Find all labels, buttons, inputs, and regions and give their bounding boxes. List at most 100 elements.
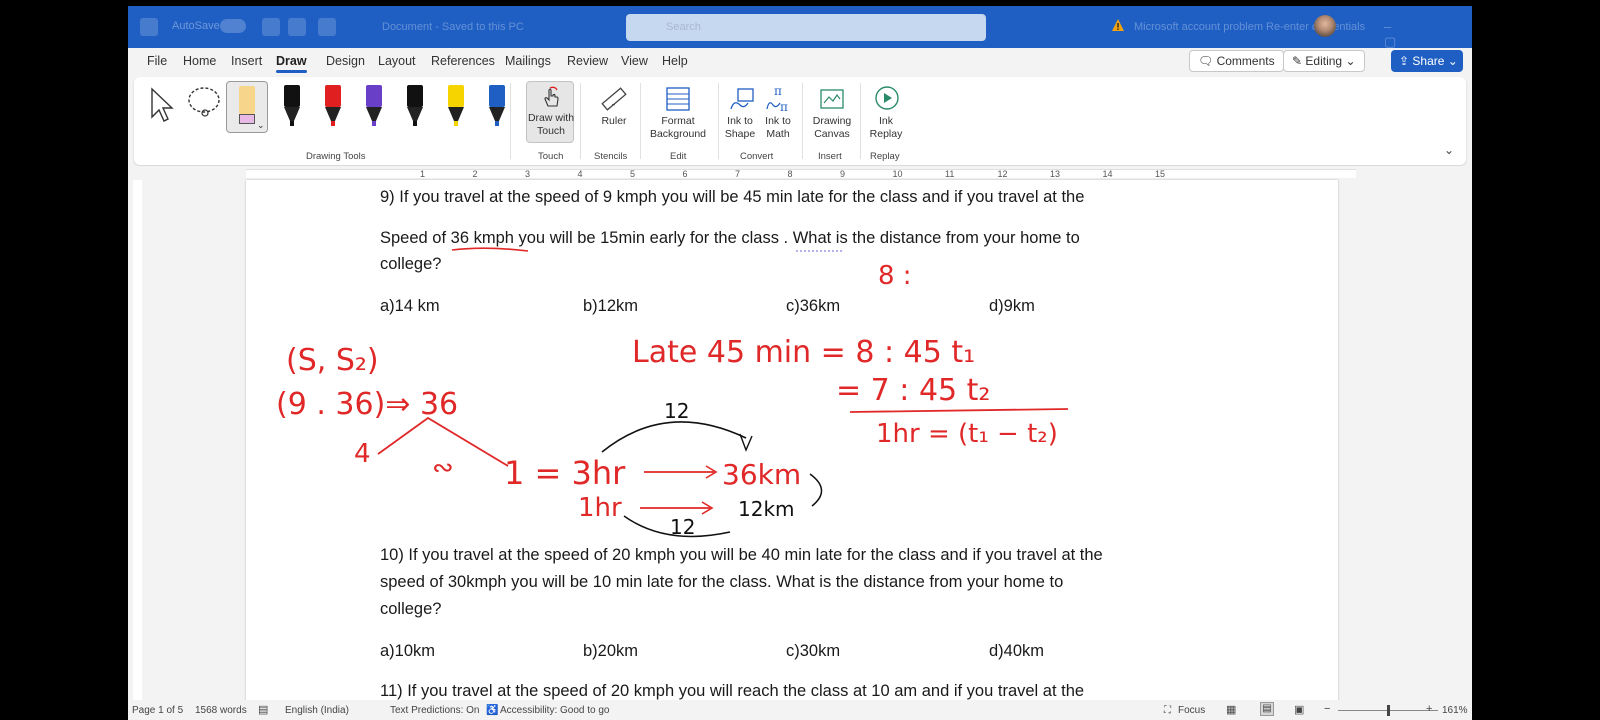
ink-annotations-layer[interactable]: 8 : (S, S₂) (9 . 36)⇒ 36 4 ∾ Late 45 min… bbox=[246, 180, 1338, 701]
ruler-number: 1 bbox=[420, 169, 425, 179]
web-layout-icon[interactable]: ▣ bbox=[1294, 703, 1304, 716]
text-predictions[interactable]: Text Predictions: On bbox=[390, 705, 479, 716]
word-count[interactable]: 1568 words bbox=[195, 705, 247, 716]
accessibility-status[interactable]: Accessibility: Good to go bbox=[500, 705, 610, 716]
ink-eq-row1-left: 1 = 3hr bbox=[504, 454, 626, 492]
tab-file[interactable]: File bbox=[147, 54, 167, 68]
warning-icon[interactable] bbox=[1111, 18, 1125, 32]
tab-design[interactable]: Design bbox=[326, 54, 365, 68]
ruler-number: 9 bbox=[840, 169, 845, 179]
svg-text:π: π bbox=[780, 100, 788, 113]
proofing-icon[interactable]: ▤ bbox=[258, 703, 268, 716]
ribbon-separator bbox=[640, 83, 641, 159]
comment-icon: 🗨 bbox=[1198, 54, 1214, 68]
vertical-ruler-track bbox=[133, 180, 142, 700]
share-button[interactable]: ⇪ Share ⌄ bbox=[1391, 50, 1463, 72]
ruler-number: 4 bbox=[578, 169, 583, 179]
select-pointer-icon[interactable] bbox=[148, 87, 174, 123]
ink-diff-line: 1hr = (t₁ − t₂) bbox=[876, 419, 1058, 449]
status-bar: Page 1 of 5 1568 words ▤ English (India)… bbox=[128, 700, 1472, 720]
format-background-button[interactable]: Format Background bbox=[642, 115, 714, 141]
format-background-icon[interactable] bbox=[664, 85, 692, 113]
zoom-level[interactable]: 161% bbox=[1442, 705, 1468, 716]
autosave-label: AutoSave bbox=[172, 20, 220, 32]
ink-top-note: 8 : bbox=[878, 261, 912, 291]
collapse-ribbon-icon[interactable]: ⌄ bbox=[1444, 143, 1454, 157]
group-label-drawing-tools: Drawing Tools bbox=[306, 151, 366, 162]
tab-mailings[interactable]: Mailings bbox=[505, 54, 551, 68]
ink-early-line: = 7 : 45 t₂ bbox=[836, 373, 990, 408]
ruler-number: 12 bbox=[998, 169, 1008, 179]
redo-icon[interactable] bbox=[318, 18, 336, 36]
document-title[interactable]: Document - Saved to this PC bbox=[382, 21, 524, 33]
pencil-icon: ✎ bbox=[1292, 54, 1303, 68]
page-count[interactable]: Page 1 of 5 bbox=[132, 705, 183, 716]
draw-with-touch-button[interactable]: Draw with Touch bbox=[526, 81, 574, 143]
ink-replay-icon[interactable] bbox=[872, 83, 902, 113]
word-app-icon bbox=[140, 18, 158, 36]
ink-to-shape-icon[interactable] bbox=[728, 85, 756, 113]
comments-button[interactable]: 🗨 Comments bbox=[1189, 50, 1284, 72]
ruler-label[interactable]: Ruler bbox=[592, 115, 636, 128]
tab-home[interactable]: Home bbox=[183, 54, 216, 68]
tab-layout[interactable]: Layout bbox=[378, 54, 416, 68]
read-mode-icon[interactable]: ▦ bbox=[1226, 703, 1236, 716]
language[interactable]: English (India) bbox=[285, 705, 349, 716]
word-window: AutoSave Document - Saved to this PC Sea… bbox=[128, 6, 1472, 720]
ruler-number: 13 bbox=[1050, 169, 1060, 179]
pen-3-icon[interactable] bbox=[366, 85, 382, 126]
tab-view[interactable]: View bbox=[621, 54, 648, 68]
avatar[interactable] bbox=[1314, 15, 1336, 37]
ink-to-math-icon[interactable]: π π bbox=[764, 83, 792, 113]
pen-5-icon[interactable] bbox=[448, 85, 464, 126]
ruler-number: 11 bbox=[945, 169, 954, 179]
search-placeholder: Search bbox=[666, 21, 701, 33]
ribbon-separator bbox=[802, 83, 803, 159]
eraser-tool-selected[interactable]: ⌄ bbox=[226, 81, 268, 133]
zoom-slider[interactable] bbox=[1338, 705, 1438, 716]
zoom-slider-thumb[interactable] bbox=[1387, 705, 1390, 716]
zoom-in-icon[interactable]: + bbox=[1426, 703, 1432, 715]
print-layout-icon[interactable]: ▤ bbox=[1260, 702, 1274, 716]
focus-mode[interactable]: Focus bbox=[1178, 705, 1205, 716]
ink-ratio-tilde: ∾ bbox=[432, 453, 454, 483]
tab-review[interactable]: Review bbox=[567, 54, 608, 68]
tab-insert[interactable]: Insert bbox=[231, 54, 262, 68]
draw-ribbon: ⌄ Drawing Tools Draw with Touch Touch Ru… bbox=[134, 77, 1466, 165]
ribbon-separator bbox=[510, 83, 511, 159]
pen-gallery bbox=[284, 85, 505, 126]
svg-text:π: π bbox=[774, 84, 782, 98]
ruler-numbers: 1 2 3 4 5 6 7 8 9 10 11 12 13 14 15 bbox=[420, 169, 1165, 179]
autosave-toggle[interactable] bbox=[220, 19, 246, 33]
undo-icon[interactable] bbox=[288, 18, 306, 36]
lasso-select-icon[interactable] bbox=[186, 85, 222, 121]
tab-help[interactable]: Help bbox=[662, 54, 688, 68]
ruler-icon[interactable] bbox=[600, 85, 628, 113]
chevron-down-icon: ⌄ bbox=[257, 120, 265, 130]
group-label-insert: Insert bbox=[818, 151, 842, 162]
ink-to-math-button[interactable]: Ink to Math bbox=[756, 115, 800, 141]
vertical-ruler[interactable] bbox=[128, 180, 144, 700]
tab-references[interactable]: References bbox=[431, 54, 495, 68]
pen-4-icon[interactable] bbox=[407, 85, 423, 126]
ink-late-line: Late 45 min = 8 : 45 t₁ bbox=[632, 335, 975, 370]
focus-icon[interactable]: ⛶ bbox=[1164, 705, 1171, 716]
accessibility-icon[interactable]: ♿ bbox=[486, 705, 498, 716]
ruler-number: 5 bbox=[630, 169, 635, 179]
horizontal-ruler[interactable]: 1 2 3 4 5 6 7 8 9 10 11 12 13 14 15 bbox=[128, 166, 1472, 180]
pen-6-icon[interactable] bbox=[489, 85, 505, 126]
ruler-number: 8 bbox=[788, 169, 793, 179]
save-icon[interactable] bbox=[262, 18, 280, 36]
search-box[interactable]: Search bbox=[626, 14, 986, 41]
drawing-canvas-button[interactable]: Drawing Canvas bbox=[804, 115, 860, 141]
ink-replay-button[interactable]: Ink Replay bbox=[864, 115, 908, 141]
editing-mode-button[interactable]: ✎ Editing ⌄ bbox=[1283, 50, 1365, 72]
pen-2-icon[interactable] bbox=[325, 85, 341, 126]
tab-draw[interactable]: Draw bbox=[276, 54, 307, 73]
ink-arc-bottom-label: 12 bbox=[670, 515, 695, 539]
drawing-canvas-icon[interactable] bbox=[818, 85, 846, 113]
zoom-out-icon[interactable]: − bbox=[1324, 703, 1330, 715]
chevron-down-icon: ⌄ bbox=[1345, 54, 1356, 68]
pen-1-icon[interactable] bbox=[284, 85, 300, 126]
document-page[interactable]: 9) If you travel at the speed of 9 kmph … bbox=[246, 180, 1338, 701]
